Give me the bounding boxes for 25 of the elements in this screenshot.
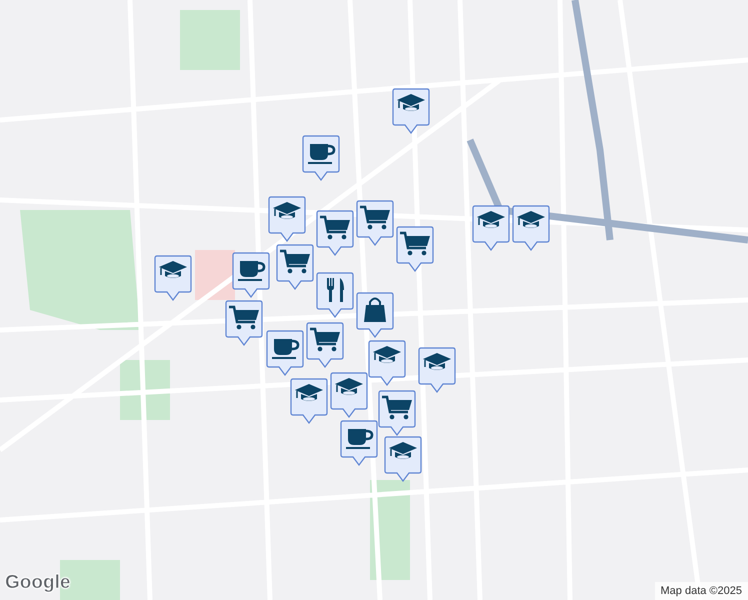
map-attribution[interactable]: Map data ©2025	[654, 582, 748, 600]
shopping-cart-icon	[400, 232, 430, 256]
shopping-cart-icon	[280, 250, 310, 274]
map-logo[interactable]: Google	[5, 568, 70, 597]
shopping-cart-icon	[310, 328, 340, 352]
coffee-cup-icon	[272, 339, 300, 359]
shopping-cart-icon	[320, 216, 350, 240]
graduation-cap-icon	[389, 442, 417, 459]
fork-and-knife-icon	[327, 278, 344, 302]
graduation-cap-icon	[335, 378, 363, 395]
graduation-cap-icon	[423, 353, 451, 370]
graduation-cap-icon	[159, 261, 187, 278]
graduation-cap-icon	[397, 94, 425, 111]
coffee-cup-icon	[346, 429, 374, 449]
graduation-cap-icon	[295, 384, 323, 401]
graduation-cap-icon	[517, 211, 545, 228]
graduation-cap-icon	[273, 202, 301, 219]
shopping-cart-icon	[229, 306, 259, 330]
shopping-cart-icon	[382, 396, 412, 420]
shopping-bag-icon	[364, 298, 386, 322]
coffee-cup-icon	[308, 144, 336, 164]
graduation-cap-icon	[373, 346, 401, 363]
coffee-cup-icon	[238, 261, 266, 281]
graduation-cap-icon	[477, 211, 505, 228]
shopping-cart-icon	[360, 206, 390, 230]
